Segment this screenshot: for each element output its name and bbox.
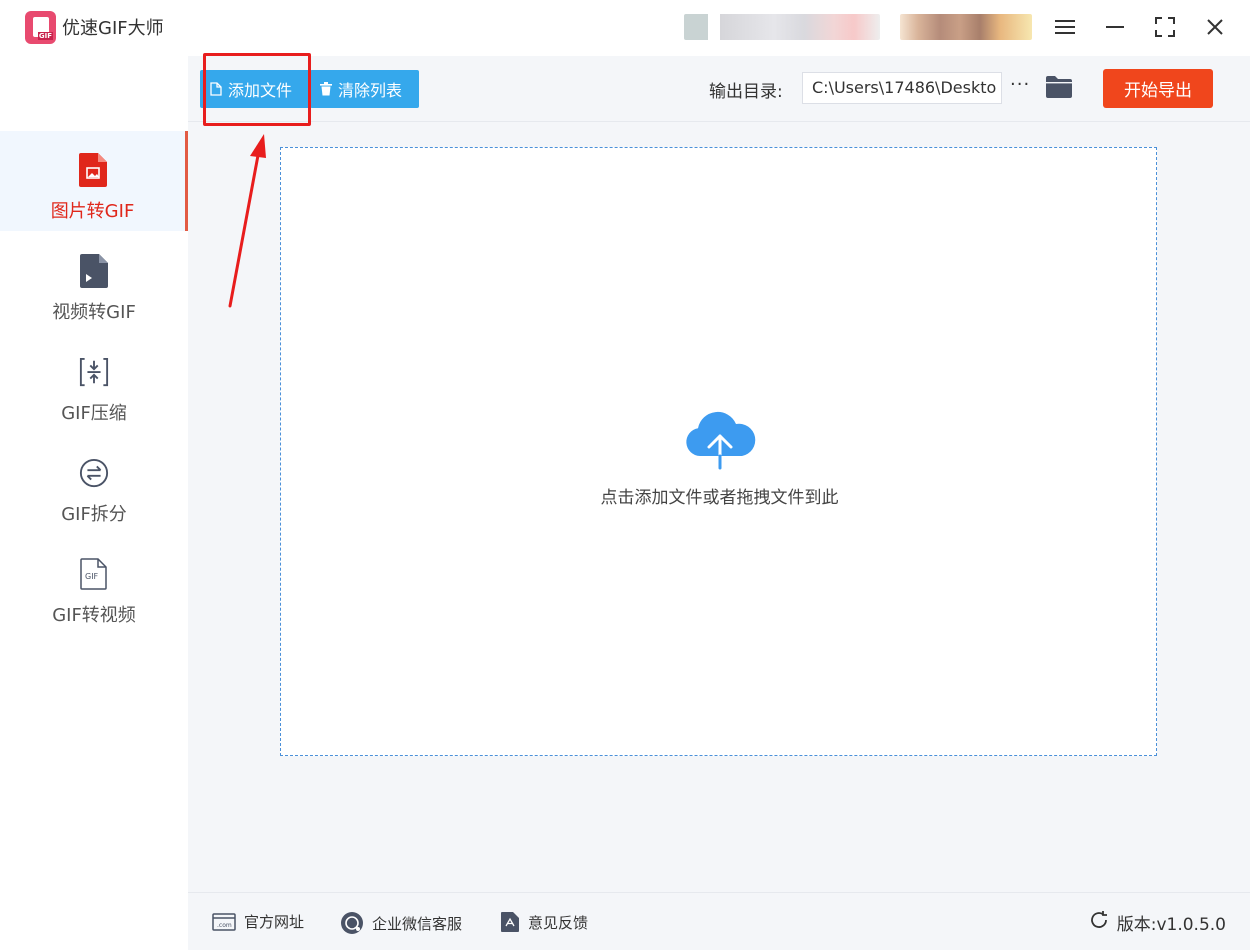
website-label: 官方网址 xyxy=(244,913,305,931)
feedback-icon xyxy=(500,911,520,933)
close-icon xyxy=(1207,19,1223,35)
official-website-link[interactable]: .com 官方网址 xyxy=(212,911,304,932)
compress-icon xyxy=(79,355,109,389)
drop-zone-hint: 点击添加文件或者拖拽文件到此 xyxy=(600,488,839,508)
svg-text:.com: .com xyxy=(217,922,232,929)
feedback-link[interactable]: 意见反馈 xyxy=(500,911,588,933)
hamburger-icon xyxy=(1055,20,1075,34)
maximize-button[interactable] xyxy=(1152,14,1178,40)
folder-icon xyxy=(1046,76,1072,98)
close-button[interactable] xyxy=(1202,14,1228,40)
gif-file-icon: GIF xyxy=(79,557,109,591)
clear-list-button[interactable]: 清除列表 xyxy=(310,70,419,108)
open-folder-button[interactable] xyxy=(1046,76,1072,98)
title-bar: GIF 优速GIF大师 xyxy=(0,0,1250,56)
version-label: 版本:v1.0.5.0 xyxy=(1116,915,1226,935)
menu-button[interactable] xyxy=(1052,14,1078,40)
start-export-button[interactable]: 开始导出 xyxy=(1103,69,1213,108)
maximize-icon xyxy=(1155,17,1175,37)
website-icon: .com xyxy=(212,912,236,931)
main-area: 添加文件 清除列表 输出目录: C:\Users\17486\Deskto ··… xyxy=(188,56,1250,892)
feedback-label: 意见反馈 xyxy=(528,913,589,932)
output-path-field[interactable]: C:\Users\17486\Deskto xyxy=(802,72,1002,104)
app-logo-tag: GIF xyxy=(37,32,53,40)
file-drop-zone[interactable]: 点击添加文件或者拖拽文件到此 xyxy=(280,147,1157,756)
video-file-icon xyxy=(79,254,109,288)
redacted-avatar-area xyxy=(900,14,1032,40)
highlight-box xyxy=(203,53,311,126)
app-logo: GIF xyxy=(25,11,56,44)
sidebar: 图片转GIF 视频转GIF GIF压缩 GIF拆分 GIF GIF转视频 xyxy=(0,56,188,950)
sidebar-item-image-to-gif[interactable]: 图片转GIF xyxy=(0,131,188,231)
minimize-icon xyxy=(1106,26,1124,28)
clear-list-label: 清除列表 xyxy=(338,81,403,100)
cloud-upload-icon xyxy=(686,411,756,470)
sidebar-item-gif-split[interactable]: GIF拆分 xyxy=(0,434,188,534)
wechat-support-link[interactable]: 企业微信客服 xyxy=(340,911,462,935)
sidebar-item-label: GIF转视频 xyxy=(52,605,136,626)
app-title: 优速GIF大师 xyxy=(62,18,164,39)
image-file-icon xyxy=(78,153,108,187)
footer: .com 官方网址 企业微信客服 意见反馈 版本:v1.0.5.0 xyxy=(188,892,1250,950)
sidebar-item-gif-compress[interactable]: GIF压缩 xyxy=(0,333,188,433)
sidebar-item-label: 图片转GIF xyxy=(50,201,135,222)
toolbar: 添加文件 清除列表 输出目录: C:\Users\17486\Deskto ··… xyxy=(188,56,1250,122)
output-dir-label: 输出目录: xyxy=(709,82,783,102)
refresh-icon xyxy=(1089,910,1109,935)
sidebar-item-video-to-gif[interactable]: 视频转GIF xyxy=(0,232,188,332)
minimize-button[interactable] xyxy=(1102,14,1128,40)
sidebar-item-gif-to-video[interactable]: GIF GIF转视频 xyxy=(0,535,188,635)
version-info[interactable]: 版本:v1.0.5.0 xyxy=(1089,910,1226,935)
sidebar-item-label: GIF压缩 xyxy=(61,403,127,424)
browse-more-button[interactable]: ··· xyxy=(1010,74,1030,95)
split-icon xyxy=(79,456,109,490)
trash-icon xyxy=(320,82,332,96)
svg-text:GIF: GIF xyxy=(85,572,99,581)
sidebar-item-label: 视频转GIF xyxy=(52,302,136,323)
wechat-icon xyxy=(340,911,364,935)
redacted-user-area xyxy=(684,14,880,40)
sidebar-item-label: GIF拆分 xyxy=(61,504,127,525)
wechat-label: 企业微信客服 xyxy=(372,914,463,933)
